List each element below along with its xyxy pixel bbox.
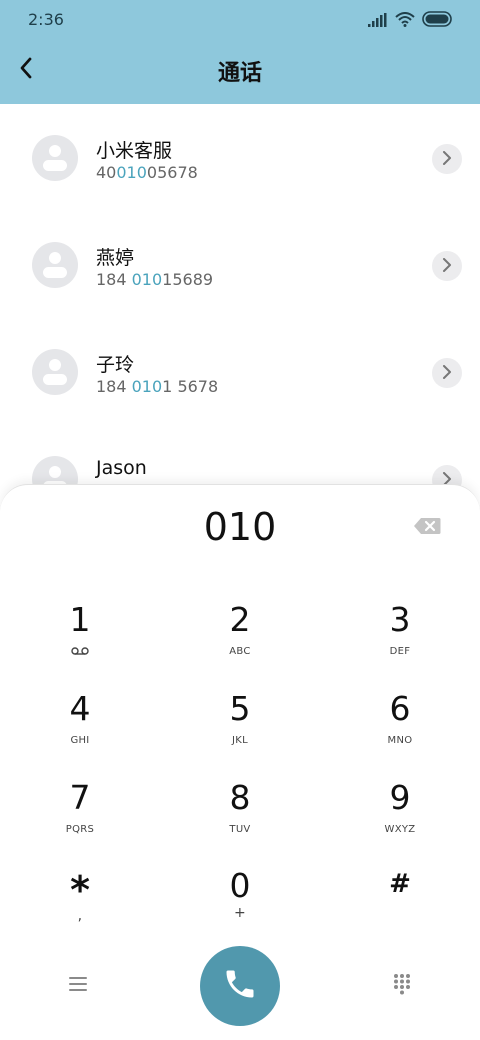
header: 2:36 通话	[0, 0, 480, 104]
contact-number: 184 0101 5678	[96, 377, 219, 396]
page-title: 通话	[217, 61, 262, 86]
key-digit: 5	[229, 689, 251, 728]
key-digit: 6	[389, 689, 411, 728]
battery-icon	[422, 11, 454, 31]
number-match-highlight: 010	[131, 377, 163, 396]
key-2[interactable]: 2 ABC	[190, 591, 290, 673]
key-letters: MNO	[387, 734, 413, 746]
key-digit: 2	[229, 600, 251, 639]
dialed-number-display: 010	[203, 505, 277, 549]
avatar	[32, 242, 78, 288]
title-bar: 通话	[0, 44, 480, 96]
key-7[interactable]: 7 PQRS	[30, 769, 130, 851]
contact-name: 子玲	[96, 354, 135, 376]
bottom-action-bar	[0, 944, 480, 1040]
key-letters: JKL	[232, 734, 248, 746]
contact-name: 燕婷	[96, 247, 135, 269]
key-3[interactable]: 3 DEF	[350, 591, 450, 673]
key-4[interactable]: 4 GHI	[30, 680, 130, 762]
contact-detail-button[interactable]	[432, 358, 462, 388]
contact-number: 4001005678	[96, 163, 198, 182]
dialpad-toggle-button[interactable]	[386, 970, 418, 1002]
key-letters: ,	[77, 908, 83, 924]
chevron-right-icon	[442, 150, 452, 169]
contact-detail-button[interactable]	[432, 251, 462, 281]
key-letters: GHI	[70, 734, 90, 746]
key-letters: PQRS	[65, 823, 95, 835]
key-digit: *	[70, 868, 90, 912]
key-digit: 3	[389, 600, 411, 639]
status-bar: 2:36	[0, 0, 480, 40]
key-0[interactable]: 0 +	[190, 857, 290, 939]
backspace-icon	[413, 517, 441, 539]
contact-name: 小米客服	[96, 140, 173, 162]
contact-detail-button[interactable]	[432, 144, 462, 174]
key-digit: 8	[229, 778, 251, 817]
voicemail-icon	[71, 644, 89, 658]
key-digit: 4	[69, 689, 91, 728]
status-icons	[368, 11, 454, 31]
chevron-right-icon	[442, 257, 452, 276]
key-letters: +	[233, 905, 247, 921]
key-star[interactable]: * ,	[30, 857, 130, 939]
wifi-icon	[395, 11, 415, 31]
backspace-button[interactable]	[412, 517, 442, 539]
avatar	[32, 349, 78, 395]
status-time: 2:36	[28, 10, 64, 29]
key-digit: #	[389, 869, 411, 899]
contact-number: 184 01015689	[96, 270, 214, 289]
dialpad-icon	[393, 973, 411, 999]
call-button[interactable]	[200, 946, 280, 1026]
key-5[interactable]: 5 JKL	[190, 680, 290, 762]
key-8[interactable]: 8 TUV	[190, 769, 290, 851]
number-match-highlight: 010	[116, 163, 147, 182]
menu-button[interactable]	[62, 972, 94, 1000]
key-letters: ABC	[229, 645, 251, 657]
menu-icon	[68, 976, 88, 996]
key-digit: 1	[69, 600, 91, 639]
contact-row[interactable]: 子玲 184 0101 5678	[0, 318, 480, 425]
avatar	[32, 135, 78, 181]
key-digit: 0	[229, 866, 251, 905]
key-letters: DEF	[389, 645, 411, 657]
key-hash[interactable]: #	[350, 857, 450, 939]
chevron-right-icon	[442, 364, 452, 383]
phone-icon	[222, 966, 258, 1006]
signal-icon	[368, 12, 388, 31]
key-digit: 7	[69, 778, 91, 817]
contact-row[interactable]: 燕婷 184 01015689	[0, 211, 480, 318]
contact-list: 小米客服 4001005678 燕婷 184 01015689 子玲 184 0…	[0, 104, 480, 532]
key-9[interactable]: 9 WXYZ	[350, 769, 450, 851]
key-digit: 9	[389, 778, 411, 817]
key-6[interactable]: 6 MNO	[350, 680, 450, 762]
key-letters: WXYZ	[384, 823, 416, 835]
contact-row[interactable]: 小米客服 4001005678	[0, 104, 480, 211]
number-match-highlight: 010	[131, 270, 163, 289]
key-letters: TUV	[229, 823, 251, 835]
contact-name: Jason	[96, 457, 147, 479]
key-1[interactable]: 1	[30, 591, 130, 673]
